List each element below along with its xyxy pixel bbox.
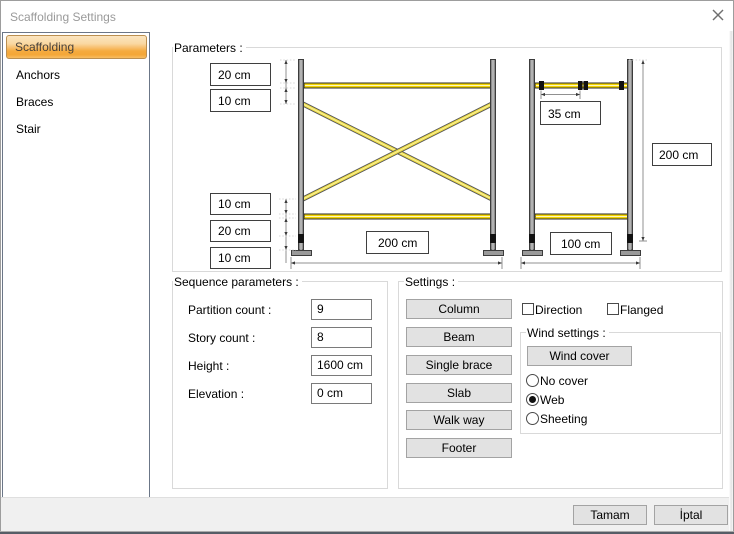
svg-text:35 cm: 35 cm xyxy=(548,107,581,121)
svg-text:10 cm: 10 cm xyxy=(218,251,251,265)
svg-text:200 cm: 200 cm xyxy=(378,236,417,250)
svg-text:20 cm: 20 cm xyxy=(218,224,251,238)
svg-text:10 cm: 10 cm xyxy=(218,94,251,108)
svg-text:200 cm: 200 cm xyxy=(659,148,698,162)
svg-text:20 cm: 20 cm xyxy=(218,68,251,82)
svg-text:10 cm: 10 cm xyxy=(218,197,251,211)
svg-text:100 cm: 100 cm xyxy=(561,237,600,251)
